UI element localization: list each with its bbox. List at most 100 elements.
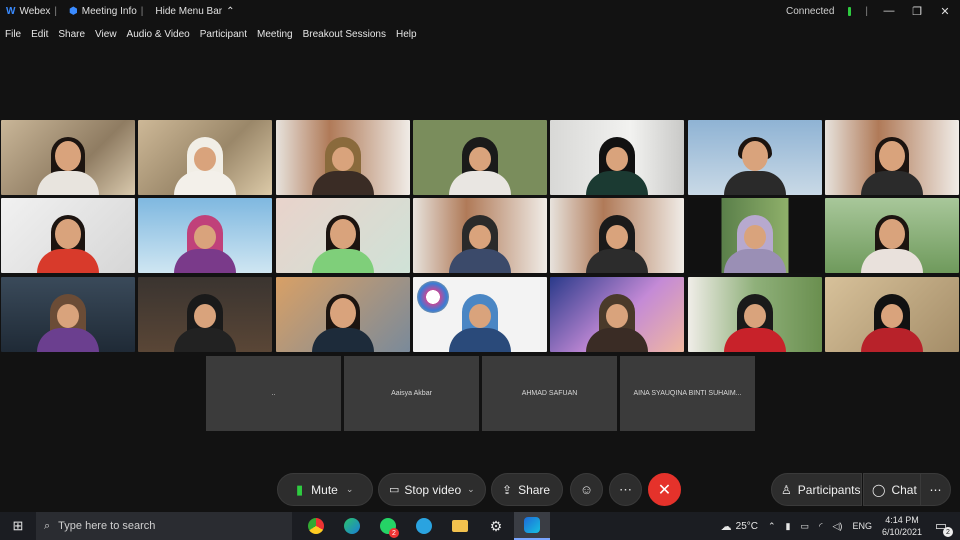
participant-video — [724, 213, 786, 273]
share-icon: ⇪ — [502, 482, 513, 497]
clock[interactable]: 4:14 PM 6/10/2021 — [882, 514, 922, 538]
participant-video — [586, 292, 648, 352]
menu-meeting[interactable]: Meeting — [252, 29, 298, 40]
participant-name: Aaisya Akbar — [391, 390, 432, 397]
participants-button[interactable]: ♙ Participants — [771, 473, 862, 506]
connection-status: Connected — [786, 5, 835, 17]
video-tile[interactable] — [550, 120, 684, 195]
participant-video — [861, 292, 923, 352]
chevron-up-icon: ⌃ — [226, 5, 235, 17]
video-tile[interactable] — [276, 198, 410, 273]
menu-edit[interactable]: Edit — [26, 29, 53, 40]
windows-logo-icon: ⊞ — [12, 518, 24, 533]
participant-video — [174, 292, 236, 352]
participant-tile[interactable]: AINA SYAUQINA BINTI SUHAIM... — [620, 356, 755, 431]
chevron-down-icon[interactable]: ⌄ — [467, 484, 475, 495]
video-tile[interactable] — [1, 277, 135, 352]
meeting-info-label: Meeting Info — [81, 5, 137, 17]
logo-icon — [417, 281, 449, 313]
taskbar-app-edge[interactable] — [334, 512, 370, 540]
video-tile[interactable] — [688, 277, 822, 352]
video-tile[interactable] — [550, 277, 684, 352]
language-indicator[interactable]: ENG — [852, 521, 872, 531]
taskbar-app-settings[interactable]: ⚙ — [478, 512, 514, 540]
participant-tile[interactable]: Aaisya Akbar — [344, 356, 479, 431]
taskbar-app-explorer[interactable] — [442, 512, 478, 540]
taskbar-app-webex[interactable] — [514, 512, 550, 540]
video-tile[interactable] — [688, 198, 822, 273]
separator: | — [140, 5, 144, 17]
edge-icon — [344, 518, 360, 534]
speaker-icon[interactable]: ◁) — [833, 521, 843, 532]
stop-video-button[interactable]: ▭ Stop video ⌄ — [378, 473, 486, 506]
close-icon[interactable]: ✕ — [938, 4, 952, 18]
share-button[interactable]: ⇪ Share — [491, 473, 563, 506]
chevron-up-icon[interactable]: ⌃ — [768, 521, 776, 532]
chat-button[interactable]: ◯ Chat — [863, 473, 921, 506]
taskbar-app-telegram[interactable] — [406, 512, 442, 540]
video-tile[interactable] — [413, 120, 547, 195]
restore-icon[interactable]: ❐ — [910, 4, 924, 18]
taskbar-search[interactable]: ⌕ Type here to search — [36, 512, 292, 540]
menu-bar: File Edit Share View Audio & Video Parti… — [0, 24, 422, 44]
mute-label: Mute — [311, 482, 338, 497]
camera-icon: ▭ — [389, 484, 400, 496]
more-options-button[interactable]: ⋯ — [609, 473, 642, 506]
video-tile[interactable] — [1, 198, 135, 273]
mute-button[interactable]: ▮ Mute ⌄ — [277, 473, 373, 506]
smiley-icon: ☺ — [579, 482, 594, 497]
ellipsis-icon: ⋯ — [929, 482, 942, 497]
menu-share[interactable]: Share — [53, 29, 90, 40]
keyboard-icon[interactable]: ▭ — [801, 521, 810, 532]
wifi-icon[interactable]: ◜ — [819, 521, 823, 532]
separator: | — [54, 5, 58, 17]
reactions-button[interactable]: ☺ — [570, 473, 603, 506]
video-tile[interactable] — [138, 277, 272, 352]
hide-menu-bar-button[interactable]: Hide Menu Bar ⌃ — [149, 6, 240, 17]
menu-audio-video[interactable]: Audio & Video — [122, 29, 195, 40]
audio-only-tiles: .. Aaisya Akbar AHMAD SAFUAN AINA SYAUQI… — [206, 356, 755, 431]
panel-more-button[interactable]: ⋯ — [920, 473, 951, 506]
notification-badge: 2 — [389, 528, 399, 538]
video-tile[interactable] — [138, 120, 272, 195]
weather-temp[interactable]: 25°C — [736, 521, 758, 532]
participant-video — [174, 213, 236, 273]
video-tile[interactable] — [688, 120, 822, 195]
participant-tile[interactable]: .. — [206, 356, 341, 431]
menu-view[interactable]: View — [90, 29, 122, 40]
menu-participant[interactable]: Participant — [195, 29, 252, 40]
video-tile[interactable] — [413, 198, 547, 273]
video-tile[interactable] — [413, 277, 547, 352]
video-tile[interactable] — [276, 277, 410, 352]
webex-app[interactable]: W Webex | — [0, 6, 63, 17]
video-tile[interactable] — [550, 198, 684, 273]
title-bar: W Webex | ⬢ Meeting Info | Hide Menu Bar… — [0, 0, 960, 22]
folder-icon — [452, 520, 468, 532]
taskbar-app-chrome[interactable] — [298, 512, 334, 540]
video-tile[interactable] — [825, 277, 959, 352]
menu-file[interactable]: File — [0, 29, 26, 40]
taskbar-app-whatsapp[interactable]: 2 — [370, 512, 406, 540]
notification-center-button[interactable]: ▭ 2 — [932, 517, 953, 537]
meeting-controls: ▮ Mute ⌄ ▭ Stop video ⌄ ⇪ Share ☺ ⋯ ✕ ♙ … — [0, 473, 960, 507]
weather-icon[interactable]: ☁ — [721, 520, 732, 533]
video-tile[interactable] — [825, 198, 959, 273]
end-call-button[interactable]: ✕ — [648, 473, 681, 506]
menu-breakout-sessions[interactable]: Breakout Sessions — [298, 29, 391, 40]
video-tile[interactable] — [1, 120, 135, 195]
participant-video — [861, 213, 923, 273]
participant-name: AINA SYAUQINA BINTI SUHAIM... — [633, 390, 742, 397]
video-tile[interactable] — [825, 120, 959, 195]
participant-tile[interactable]: AHMAD SAFUAN — [482, 356, 617, 431]
minimize-icon[interactable]: — — [882, 4, 896, 18]
microphone-icon[interactable]: ▮ — [786, 521, 791, 532]
start-button[interactable]: ⊞ — [0, 512, 36, 540]
meeting-info-button[interactable]: ⬢ Meeting Info | — [63, 6, 149, 17]
menu-help[interactable]: Help — [391, 29, 422, 40]
video-tile[interactable] — [138, 198, 272, 273]
chevron-down-icon[interactable]: ⌄ — [346, 484, 354, 495]
participant-video — [586, 135, 648, 195]
person-icon: ♙ — [781, 482, 792, 497]
video-tile[interactable] — [276, 120, 410, 195]
clock-time: 4:14 PM — [885, 515, 919, 525]
